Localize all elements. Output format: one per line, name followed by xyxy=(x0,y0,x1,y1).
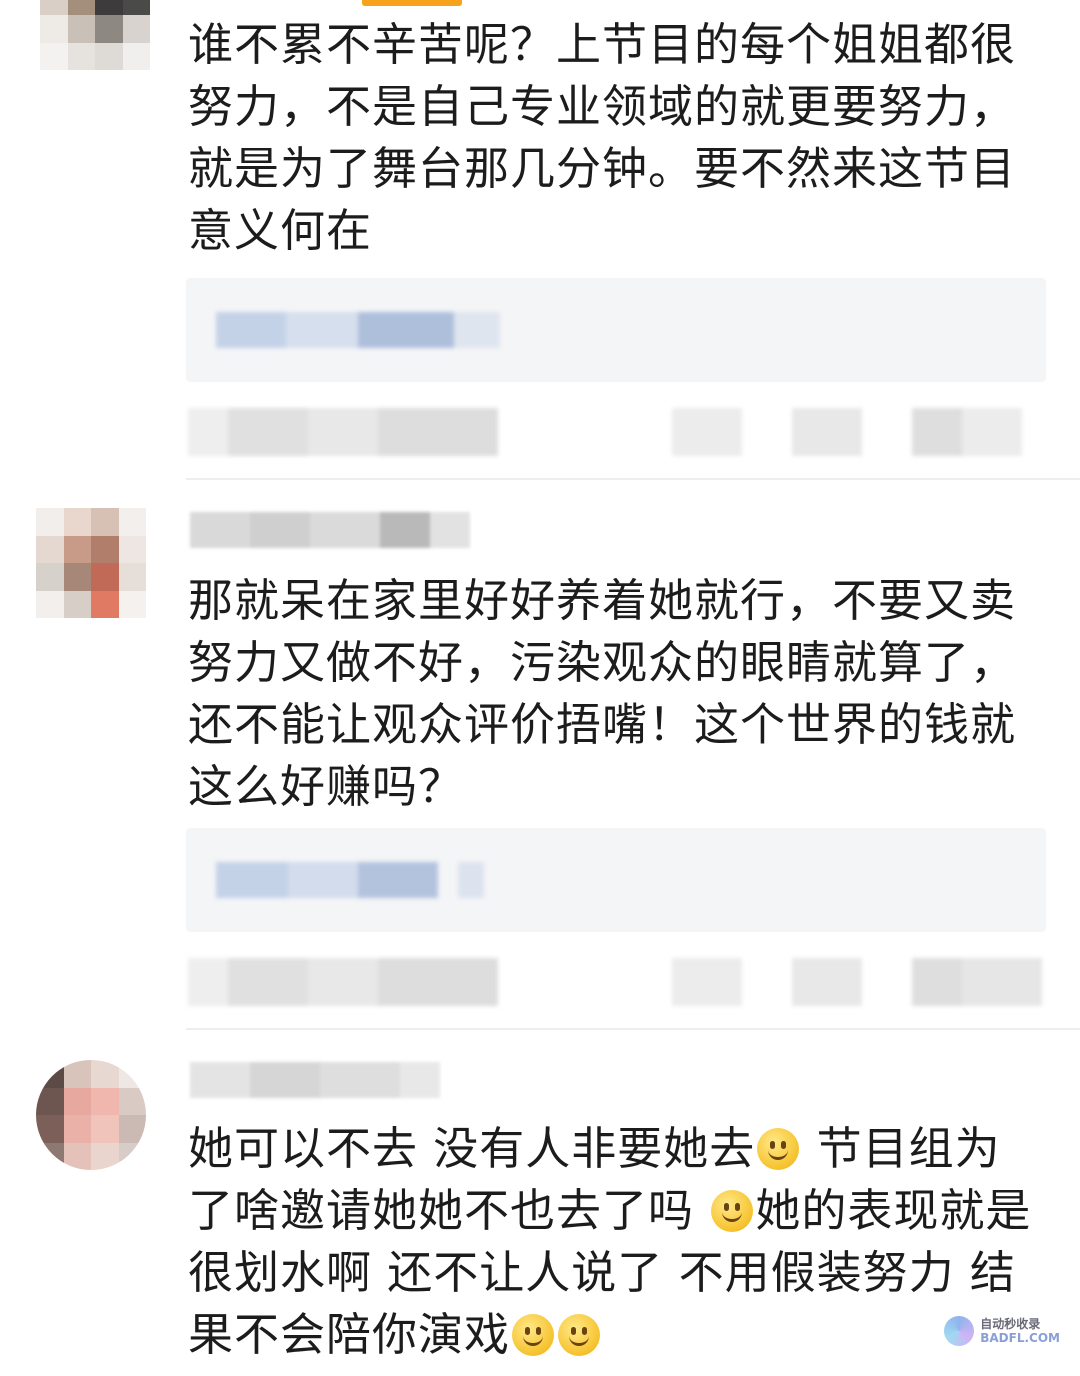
like-button[interactable] xyxy=(672,408,742,456)
share-button[interactable] xyxy=(912,958,1042,1006)
like-button[interactable] xyxy=(672,958,742,1006)
comment-actions-blurred[interactable] xyxy=(188,958,498,1006)
comment-text: 她可以不去 没有人非要她去 节目组为了啥邀请她她不也去了吗 她的表现就是很划水啊… xyxy=(188,1118,1038,1366)
smile-emoji-icon xyxy=(512,1314,555,1356)
comment-actions-blurred[interactable] xyxy=(188,408,498,456)
divider xyxy=(186,478,1080,480)
comment-text-part: 她可以不去 没有人非要她去 xyxy=(188,1122,756,1175)
divider xyxy=(186,1028,1080,1030)
watermark-logo-icon xyxy=(944,1316,975,1346)
smile-emoji-icon xyxy=(558,1314,601,1356)
reply-button[interactable] xyxy=(792,408,862,456)
avatar[interactable] xyxy=(36,1060,146,1170)
watermark-text: 自动秒收录 xyxy=(980,1317,1041,1331)
smile-emoji-icon xyxy=(757,1128,800,1170)
top-accent-bar xyxy=(362,0,462,6)
comment-text: 那就呆在家里好好养着她就行，不要又卖努力又做不好，污染观众的眼睛就算了，还不能让… xyxy=(188,574,1017,813)
reply-preview-blurred xyxy=(216,312,500,348)
reply-button[interactable] xyxy=(792,958,862,1006)
reply-preview[interactable] xyxy=(186,278,1046,382)
comment-text: 谁不累不辛苦呢？上节目的每个姐姐都很努力，不是自己专业领域的就更要努力，就是为了… xyxy=(188,18,1017,257)
username-blurred[interactable] xyxy=(190,1062,440,1098)
username-blurred[interactable] xyxy=(190,512,470,548)
share-button[interactable] xyxy=(912,408,1022,456)
avatar[interactable] xyxy=(36,508,146,618)
reply-preview-blurred xyxy=(216,862,484,898)
watermark: 自动秒收录 BADFL.COM xyxy=(944,1316,1060,1346)
smile-emoji-icon xyxy=(711,1190,754,1232)
avatar[interactable] xyxy=(40,0,150,70)
watermark-url: BADFL.COM xyxy=(980,1331,1060,1345)
reply-preview[interactable] xyxy=(186,828,1046,932)
comment-feed: 谁不累不辛苦呢？上节目的每个姐姐都很努力，不是自己专业领域的就更要努力，就是为了… xyxy=(0,0,1080,1376)
